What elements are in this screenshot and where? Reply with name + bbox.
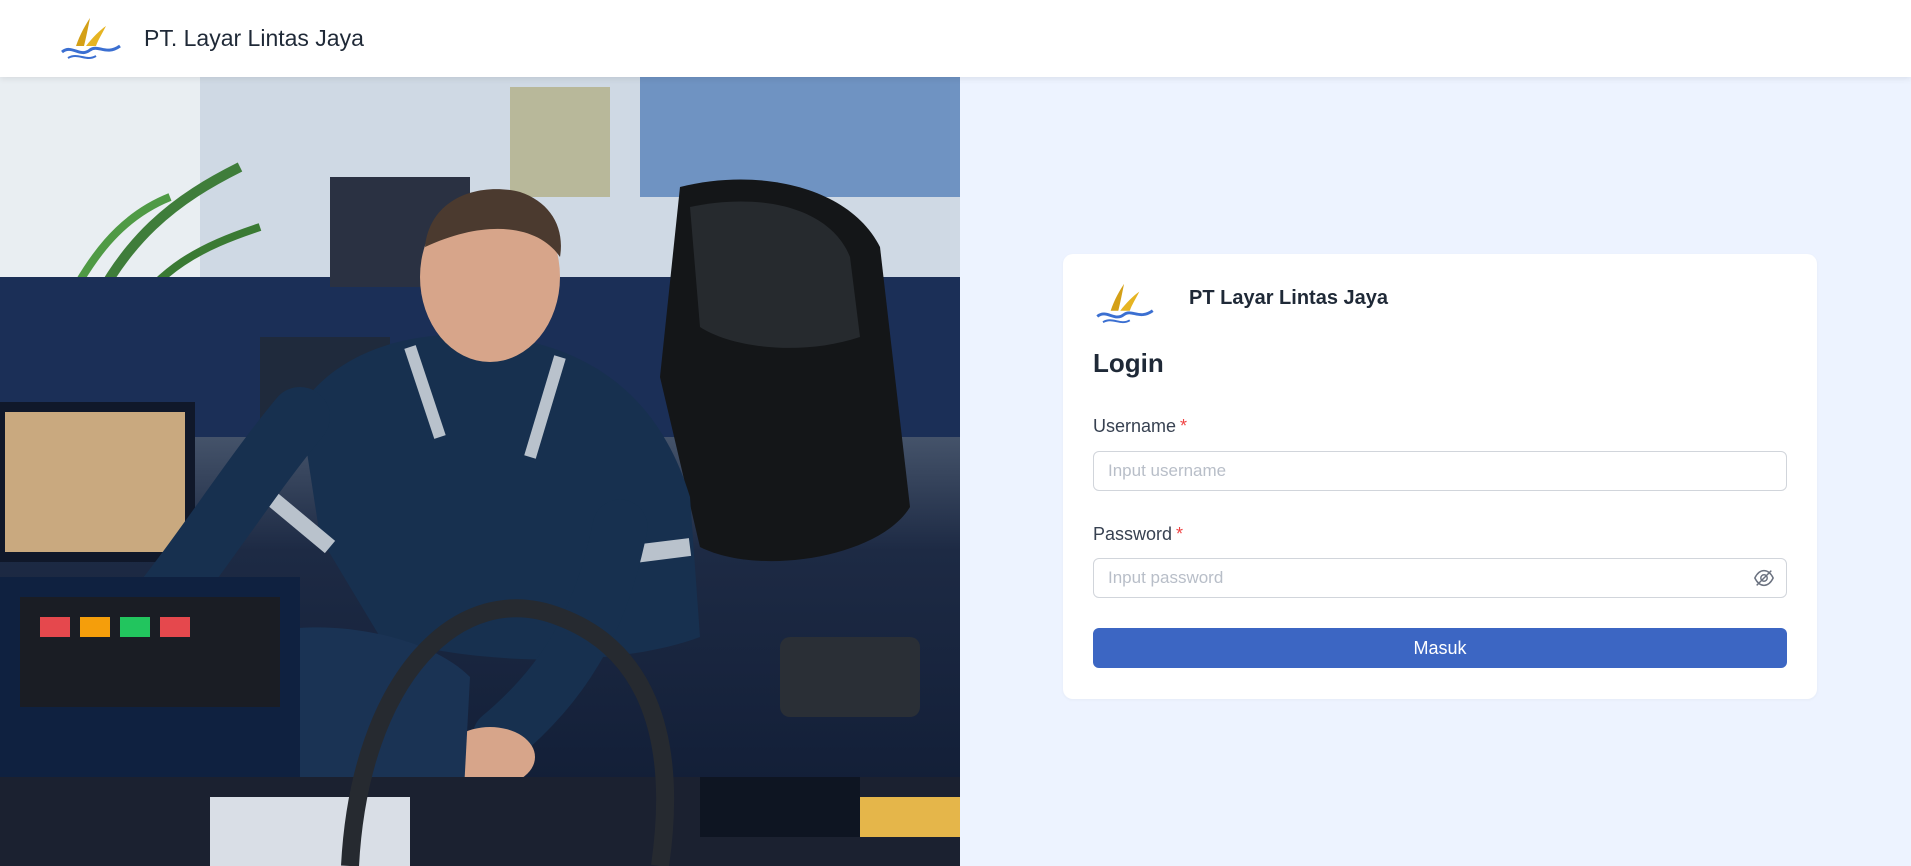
company-logo [61, 17, 121, 59]
company-logo [1096, 283, 1154, 324]
login-card: PT Layar Lintas Jaya Login Username* Pas… [1063, 254, 1817, 699]
ship-bridge-photo [0, 77, 960, 866]
top-bar: PT. Layar Lintas Jaya [0, 0, 1911, 77]
required-mark: * [1180, 416, 1188, 436]
password-label-text: Password [1093, 524, 1173, 544]
username-input[interactable] [1093, 451, 1787, 491]
company-name: PT. Layar Lintas Jaya [144, 25, 364, 51]
card-header: PT Layar Lintas Jaya [1091, 282, 1388, 326]
username-label: Username * [1093, 416, 1187, 437]
password-label: Password * [1093, 524, 1183, 545]
password-input[interactable] [1093, 558, 1787, 598]
login-submit-button[interactable]: Masuk [1093, 628, 1787, 668]
brand-name: PT Layar Lintas Jaya [1189, 286, 1388, 309]
hero-image [0, 77, 960, 866]
username-label-text: Username [1093, 416, 1177, 436]
required-mark: * [1176, 524, 1184, 544]
eye-off-icon[interactable] [1753, 567, 1775, 589]
login-title: Login [1093, 348, 1164, 378]
